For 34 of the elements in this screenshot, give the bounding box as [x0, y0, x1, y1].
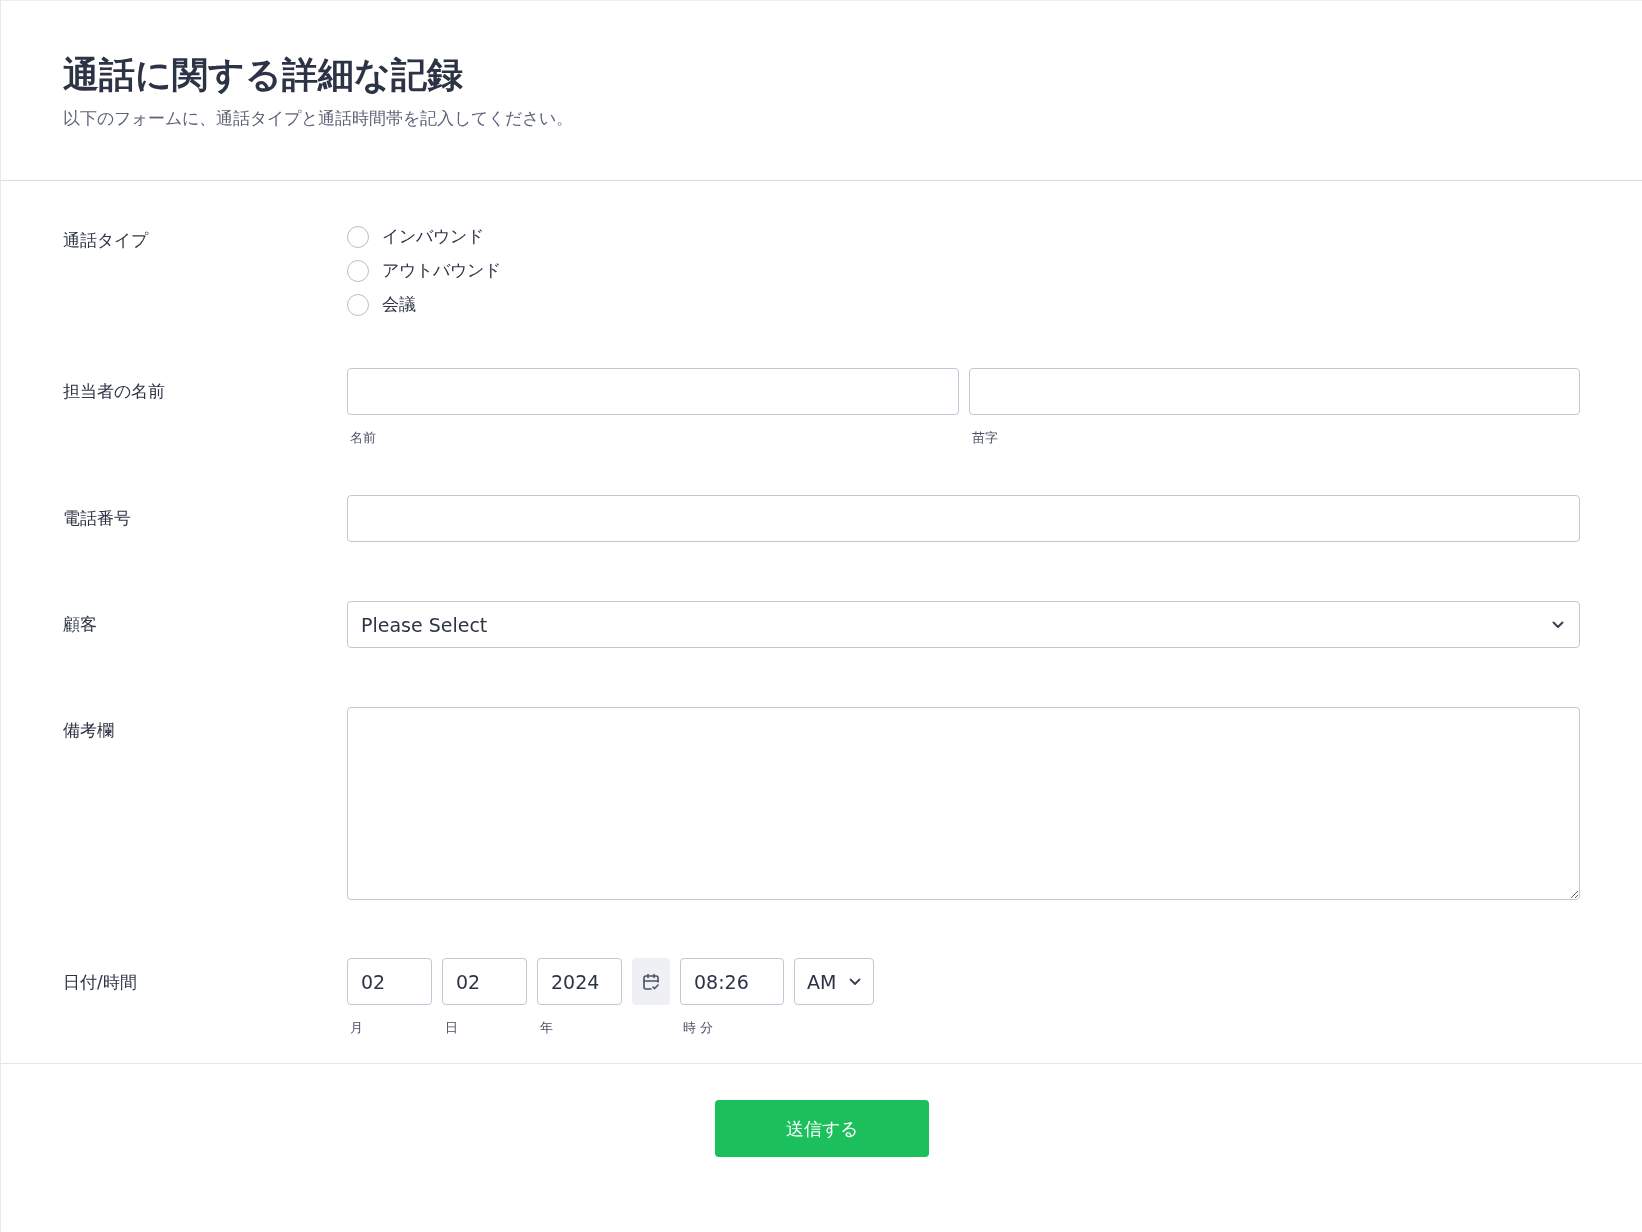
dropdown[interactable]: Please Select	[347, 601, 1580, 648]
radio-option[interactable]: アウトバウンド	[347, 259, 1580, 282]
field-label: 担当者の名前	[63, 380, 166, 403]
radio-option[interactable]: インバウンド	[347, 225, 1580, 248]
ampm-dropdown[interactable]: AM	[794, 958, 874, 1005]
sublabel: 時 分	[682, 1019, 715, 1037]
calendar-icon	[642, 972, 660, 991]
field-label: 備考欄	[63, 719, 115, 742]
input-field[interactable]	[347, 368, 959, 415]
radio-label: インバウンド	[382, 225, 484, 248]
date-input-field[interactable]: 2024	[537, 958, 622, 1005]
date-input-field[interactable]: 02	[442, 958, 527, 1005]
date-input-field[interactable]: 02	[347, 958, 432, 1005]
sublabel: 日	[444, 1019, 459, 1037]
radio-label: アウトバウンド	[382, 259, 501, 282]
input-field[interactable]	[968, 368, 1580, 415]
sublabel: 年	[539, 1019, 554, 1037]
time-input-field[interactable]: 08:26	[680, 958, 784, 1005]
radio-option[interactable]: 会議	[347, 293, 1580, 316]
chevron-down-icon	[849, 977, 861, 986]
field-label: 日付/時間	[63, 971, 138, 994]
field-label: 電話番号	[63, 507, 132, 530]
phone-input-field[interactable]	[347, 495, 1580, 542]
sublabel: 苗字	[970, 429, 999, 447]
chevron-down-icon	[1552, 620, 1564, 629]
sublabel: 月	[349, 1019, 364, 1037]
calendar-button[interactable]	[632, 958, 670, 1005]
radio-label: 会議	[382, 293, 416, 316]
form-description: 以下のフォームに、通話タイプと通話時間帯を記入してください。	[63, 107, 574, 130]
field-label: 顧客	[63, 613, 98, 636]
field-label: 通話タイプ	[63, 229, 150, 252]
notes-textarea[interactable]	[347, 707, 1580, 900]
sublabel: 名前	[349, 429, 377, 447]
form-title: 通話に関する詳細な記録	[63, 53, 464, 97]
